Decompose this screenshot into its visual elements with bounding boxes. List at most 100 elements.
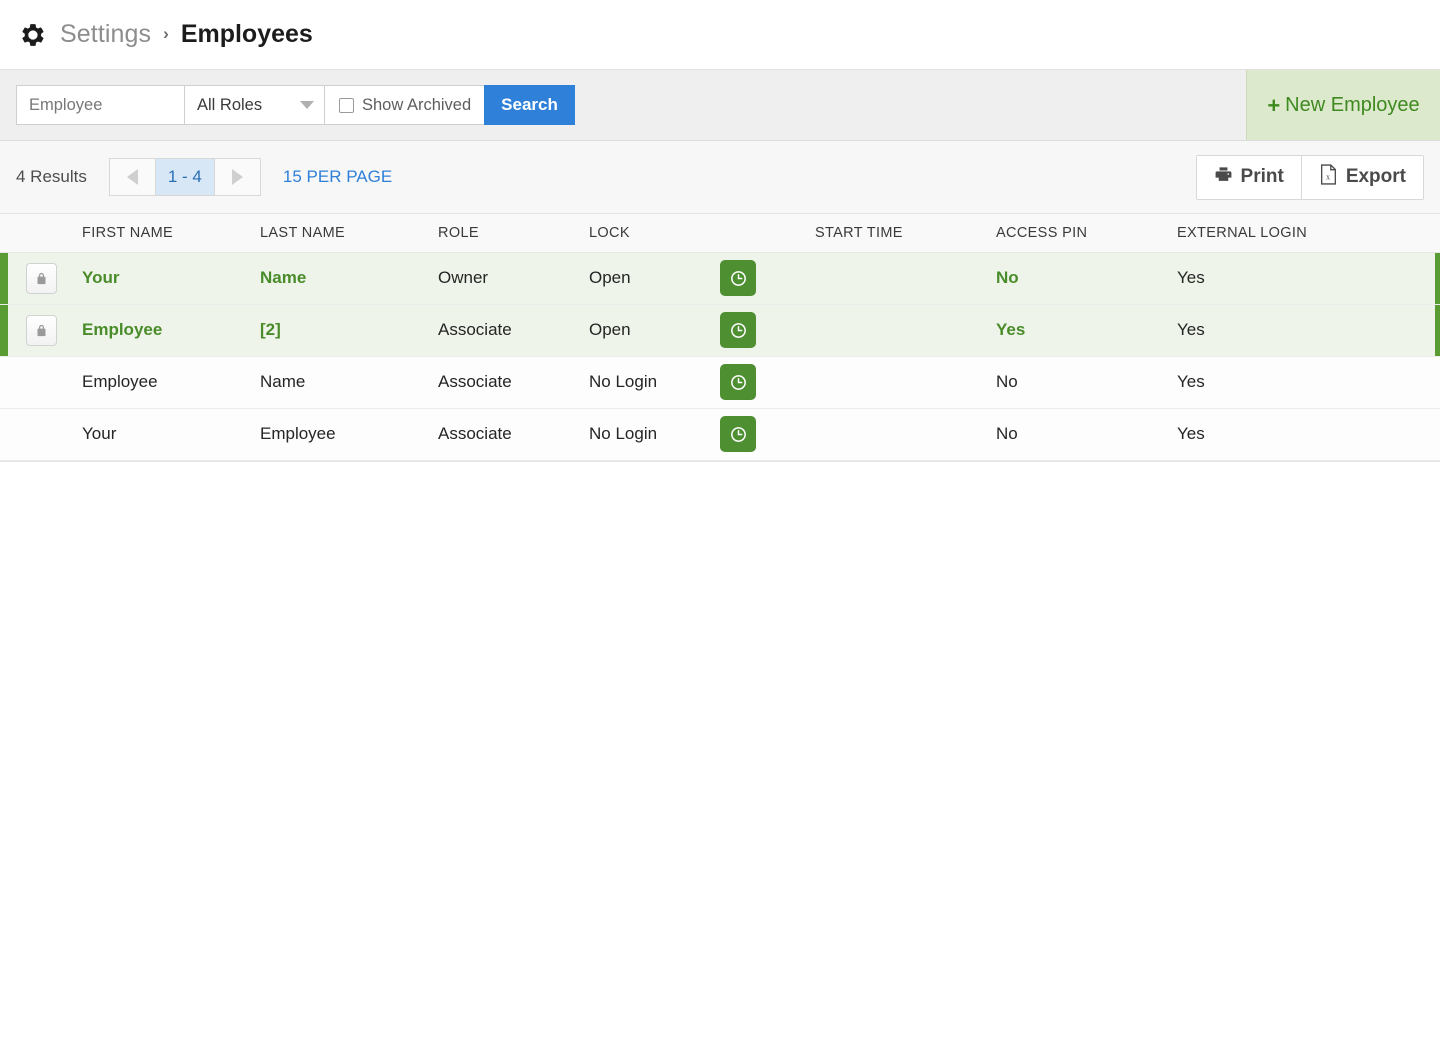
cell-access-pin: No — [996, 408, 1177, 461]
column-header-access-pin[interactable]: ACCESS PIN — [996, 214, 1177, 253]
plus-icon: + — [1267, 93, 1281, 118]
row-status-bar — [0, 304, 8, 357]
column-header-last-name[interactable]: LAST NAME — [260, 214, 438, 253]
cell-last-name[interactable]: [2] — [260, 304, 438, 357]
row-status-bar — [0, 252, 8, 305]
cell-clock-action — [720, 304, 815, 357]
show-archived-label: Show Archived — [362, 95, 472, 114]
row-status-bar — [0, 408, 8, 461]
cell-clock-action — [720, 408, 815, 461]
cell-start-time — [815, 304, 996, 357]
svg-text:x: x — [1326, 172, 1330, 181]
row-end-bar — [1435, 304, 1440, 357]
column-header-external-login[interactable]: EXTERNAL LOGIN — [1177, 214, 1435, 253]
cell-role: Associate — [438, 356, 589, 409]
excel-document-icon: x — [1319, 164, 1338, 190]
gear-icon[interactable] — [18, 20, 48, 50]
lock-status-cell — [8, 304, 74, 357]
column-header-lock[interactable]: LOCK — [589, 214, 720, 253]
print-label: Print — [1240, 166, 1284, 187]
cell-lock: Open — [589, 304, 720, 357]
cell-first-name[interactable]: Employee — [74, 356, 260, 409]
cell-access-pin: Yes — [996, 304, 1177, 357]
column-header-start-time[interactable]: START TIME — [815, 214, 996, 253]
cell-external-login: Yes — [1177, 356, 1435, 409]
cell-start-time — [815, 408, 996, 461]
chevron-left-icon — [126, 169, 138, 185]
breadcrumb-settings-link[interactable]: Settings — [60, 20, 151, 49]
new-employee-button[interactable]: + New Employee — [1246, 70, 1440, 140]
pagination-prev-button[interactable] — [109, 159, 155, 195]
employee-search-input[interactable] — [16, 85, 184, 125]
export-button[interactable]: x Export — [1300, 155, 1423, 199]
chevron-down-icon — [300, 101, 314, 109]
cell-role: Associate — [438, 408, 589, 461]
results-count: 4 Results — [16, 167, 87, 186]
show-archived-checkbox[interactable] — [339, 97, 354, 113]
cell-last-name[interactable]: Employee — [260, 408, 438, 461]
column-header-role[interactable]: ROLE — [438, 214, 589, 253]
export-label: Export — [1345, 166, 1406, 187]
table-header-row: FIRST NAME LAST NAME ROLE LOCK START TIM… — [0, 214, 1440, 253]
search-controls-group: All Roles Show Archived Search — [16, 85, 575, 125]
breadcrumb-separator: › — [163, 23, 169, 43]
role-filter-select[interactable]: All Roles — [184, 85, 324, 125]
cell-access-pin: No — [996, 252, 1177, 305]
pagination-next-button[interactable] — [214, 159, 260, 195]
cell-first-name[interactable]: Your — [74, 252, 260, 305]
lock-icon[interactable] — [26, 262, 57, 294]
printer-icon — [1214, 165, 1233, 189]
cell-lock: No Login — [589, 408, 720, 461]
lock-icon[interactable] — [26, 314, 57, 346]
lock-status-header — [8, 214, 74, 253]
row-status-bar-header — [0, 214, 8, 253]
table-row[interactable]: Employee Name Associate No Login No Yes — [0, 356, 1440, 409]
filter-bar: All Roles Show Archived Search + New Emp… — [0, 70, 1440, 141]
cell-start-time — [815, 356, 996, 409]
table-header: FIRST NAME LAST NAME ROLE LOCK START TIM… — [0, 214, 1440, 253]
cell-external-login: Yes — [1177, 304, 1435, 357]
table-body: Your Name Owner Open No Yes Employee [2] Associa… — [0, 252, 1440, 461]
table-row[interactable]: Your Name Owner Open No Yes — [0, 252, 1440, 305]
column-header-first-name[interactable]: FIRST NAME — [74, 214, 260, 253]
row-end-bar-header — [1435, 214, 1440, 253]
lock-status-cell — [8, 356, 74, 409]
chevron-right-icon — [231, 169, 243, 185]
lock-status-cell — [8, 252, 74, 305]
clock-icon[interactable] — [720, 312, 756, 348]
cell-lock: No Login — [589, 356, 720, 409]
clock-icon[interactable] — [720, 260, 756, 296]
cell-first-name[interactable]: Your — [74, 408, 260, 461]
cell-last-name[interactable]: Name — [260, 252, 438, 305]
table-row[interactable]: Employee [2] Associate Open Yes Yes — [0, 304, 1440, 357]
cell-first-name[interactable]: Employee — [74, 304, 260, 357]
cell-access-pin: No — [996, 356, 1177, 409]
pagination-control: 1 - 4 — [108, 158, 261, 196]
clock-column-header — [720, 214, 815, 253]
cell-clock-action — [720, 252, 815, 305]
cell-lock: Open — [589, 252, 720, 305]
print-button[interactable]: Print — [1196, 155, 1301, 199]
clock-icon[interactable] — [720, 364, 756, 400]
clock-icon[interactable] — [720, 416, 756, 452]
results-bar: 4 Results 1 - 4 15 PER PAGE Print x Expo… — [0, 141, 1440, 214]
search-button[interactable]: Search — [484, 85, 575, 125]
cell-role: Owner — [438, 252, 589, 305]
per-page-selector[interactable]: 15 PER PAGE — [283, 167, 392, 187]
employees-table-wrap: FIRST NAME LAST NAME ROLE LOCK START TIM… — [0, 214, 1440, 462]
table-row[interactable]: Your Employee Associate No Login No Yes — [0, 408, 1440, 461]
pagination-range[interactable]: 1 - 4 — [154, 159, 215, 195]
page-title: Employees — [180, 20, 313, 48]
cell-clock-action — [720, 356, 815, 409]
lock-status-cell — [8, 408, 74, 461]
row-end-bar — [1435, 356, 1440, 409]
employees-table: FIRST NAME LAST NAME ROLE LOCK START TIM… — [0, 214, 1440, 461]
cell-last-name[interactable]: Name — [260, 356, 438, 409]
role-filter-value: All Roles — [197, 95, 263, 114]
row-end-bar — [1435, 408, 1440, 461]
show-archived-toggle[interactable]: Show Archived — [324, 85, 485, 125]
row-status-bar — [0, 356, 8, 409]
table-toolbar: Print x Export — [1195, 154, 1424, 200]
cell-external-login: Yes — [1177, 252, 1435, 305]
breadcrumb-bar: Settings › Employees — [0, 0, 1440, 70]
